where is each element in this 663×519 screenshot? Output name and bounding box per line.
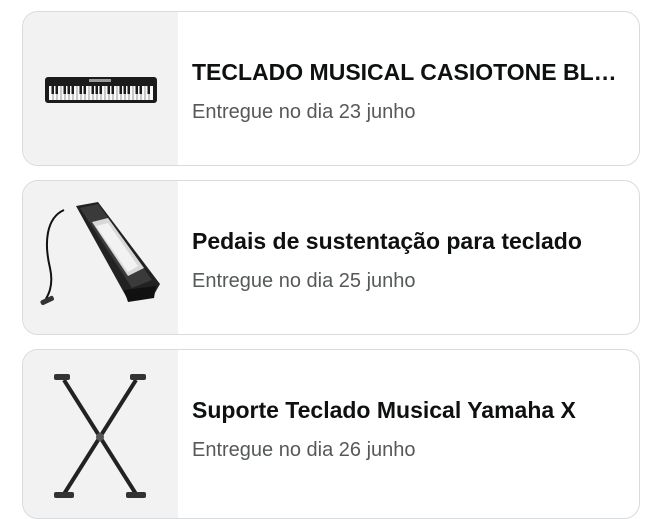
order-info: Suporte Teclado Musical Yamaha X Entregu… [192, 350, 627, 462]
delivery-status: Entregue no dia 23 junho [192, 101, 416, 123]
delivery-status: Entregue no dia 26 junho [192, 439, 416, 461]
delivery-status: Entregue no dia 25 junho [192, 270, 416, 292]
order-card[interactable]: Suporte Teclado Musical Yamaha X Entregu… [22, 349, 640, 519]
order-card[interactable]: TECLADO MUSICAL CASIOTONE BLACK CT-S1 En… [22, 11, 640, 166]
keyboard-stand-icon [53, 374, 146, 498]
product-image [23, 12, 178, 165]
product-image [23, 350, 178, 518]
product-title: Suporte Teclado Musical Yamaha X [192, 397, 576, 423]
order-info: TECLADO MUSICAL CASIOTONE BLACK CT-S1 En… [192, 12, 627, 124]
product-title: Pedais de sustentação para teclado [192, 228, 582, 254]
order-card[interactable]: Pedais de sustentação para teclado Entre… [22, 180, 640, 335]
order-info: Pedais de sustentação para teclado Entre… [192, 181, 627, 293]
product-title: TECLADO MUSICAL CASIOTONE BLACK CT-S1 [192, 59, 627, 85]
product-image [23, 181, 178, 334]
sustain-pedal-icon [39, 201, 160, 305]
keyboard-icon [44, 76, 157, 103]
order-list: TECLADO MUSICAL CASIOTONE BLACK CT-S1 En… [0, 0, 663, 519]
